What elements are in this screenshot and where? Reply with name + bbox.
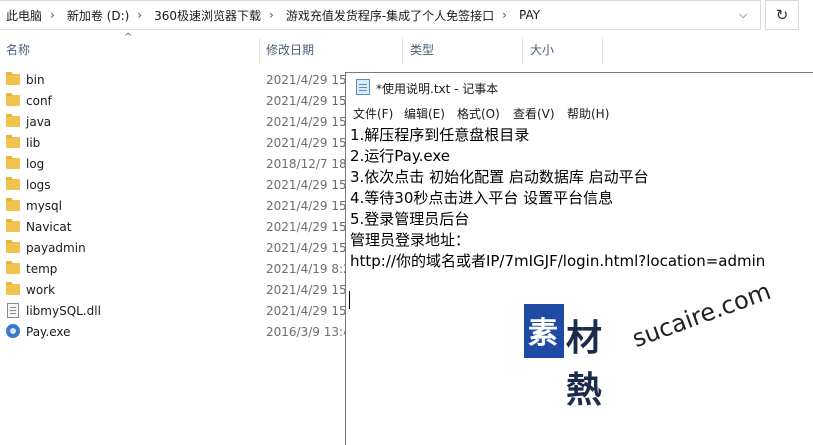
chevron-right-icon[interactable]: › [44,8,61,22]
file-date: 2021/4/29 15: [266,241,351,255]
chevron-down-icon[interactable]: ⌵ [739,8,747,22]
watermark-logo-box: 素 [524,304,564,358]
breadcrumb-browser-downloads[interactable]: 360极速浏览器下载 [148,7,263,24]
file-name: logs [26,178,51,192]
text-line: 1.解压程序到任意盘根目录 [350,126,530,144]
folder-icon [6,135,20,148]
chevron-right-icon[interactable]: › [263,8,280,22]
file-name: log [26,157,45,171]
folder-icon [6,72,20,85]
folder-icon [6,156,20,169]
folder-icon [6,177,20,190]
text-caret [349,291,350,309]
menu-edit[interactable]: 编辑(E) [404,105,445,122]
column-divider[interactable] [402,38,403,64]
file-name: Pay.exe [26,325,71,339]
notepad-title: *使用说明.txt - 记事本 [376,82,499,96]
file-name: bin [26,73,45,87]
menu-view[interactable]: 查看(V) [513,105,555,122]
column-name[interactable]: 名称 [6,38,30,62]
text-line: 5.登录管理员后台 [350,210,470,228]
refresh-icon: ↻ [775,6,789,24]
column-type[interactable]: 类型 [410,38,434,62]
menu-file[interactable]: 文件(F) [353,105,393,122]
folder-icon [6,198,20,211]
file-date: 2021/4/29 15: [266,73,351,87]
file-date: 2021/4/29 15: [266,283,351,297]
watermark-glyph: 素 [528,316,558,351]
file-name: lib [26,136,41,150]
chevron-right-icon[interactable]: › [496,8,513,22]
breadcrumb-drive-d[interactable]: 新加卷 (D:) [61,7,131,24]
file-date: 2021/4/29 15: [266,178,351,192]
folder-icon [6,219,20,232]
text-line: 4.等待30秒点击进入平台 设置平台信息 [350,189,614,207]
folder-icon [6,282,20,295]
folder-icon [6,240,20,253]
file-name: Navicat [26,220,72,234]
file-date: 2021/4/29 15: [266,304,351,318]
file-date: 2021/4/29 15: [266,136,351,150]
dll-file-icon [7,303,19,318]
address-bar[interactable]: 此电脑 › 新加卷 (D:) › 360极速浏览器下载 › 游戏充值发货程序-集… [0,0,813,32]
sort-ascending-icon: ^ [124,32,133,43]
text-line: 管理员登录地址： [350,231,471,249]
column-modified[interactable]: 修改日期 [266,38,314,62]
text-line: http://你的域名或者IP/7mIGJF/login.html?locati… [350,252,766,270]
chevron-right-icon[interactable]: › [131,8,148,22]
column-header: ^ 名称 修改日期 类型 大小 [0,32,813,64]
exe-file-icon [6,324,20,338]
folder-icon [6,261,20,274]
breadcrumb-this-pc[interactable]: 此电脑 [0,7,44,24]
file-name: temp [26,262,58,276]
notepad-icon [356,79,370,95]
folder-icon [6,93,20,106]
file-date: 2018/12/7 18: [266,157,351,171]
breadcrumb-game-folder[interactable]: 游戏充值发货程序-集成了个人免签接口 [280,7,496,24]
file-name: mysql [26,199,62,213]
watermark-cn: 材熱 [566,318,604,411]
notepad-titlebar[interactable]: *使用说明.txt - 记事本 [346,73,813,101]
column-divider[interactable] [602,38,603,64]
file-name: work [26,283,56,297]
file-date: 2021/4/29 15: [266,115,351,129]
breadcrumb[interactable]: 此电脑 › 新加卷 (D:) › 360极速浏览器下载 › 游戏充值发货程序-集… [0,0,761,30]
file-date: 2021/4/19 8:2 [266,262,351,276]
file-name: libmySQL.dll [26,304,101,318]
column-divider[interactable] [522,38,523,64]
text-line: 3.依次点击 初始化配置 启动数据库 启动平台 [350,168,649,186]
refresh-button[interactable]: ↻ [765,0,799,30]
folder-icon [6,114,20,127]
file-date: 2021/4/29 15: [266,220,351,234]
file-name: java [26,115,52,129]
text-line: 2.运行Pay.exe [350,147,450,165]
breadcrumb-pay[interactable]: PAY [513,8,542,22]
file-name: payadmin [26,241,86,255]
notepad-menubar: 文件(F) 编辑(E) 格式(O) 查看(V) 帮助(H) [346,103,813,123]
column-size[interactable]: 大小 [530,38,554,62]
notepad-text-area[interactable]: 1.解压程序到任意盘根目录 2.运行Pay.exe 3.依次点击 初始化配置 启动数… [350,125,810,272]
menu-format[interactable]: 格式(O) [457,105,500,122]
file-date: 2021/4/29 15: [266,94,351,108]
file-date: 2016/3/9 13:4 [266,325,351,339]
file-date: 2021/4/29 15: [266,199,351,213]
menu-help[interactable]: 帮助(H) [567,105,609,122]
column-divider[interactable] [259,38,260,64]
file-name: conf [26,94,52,108]
